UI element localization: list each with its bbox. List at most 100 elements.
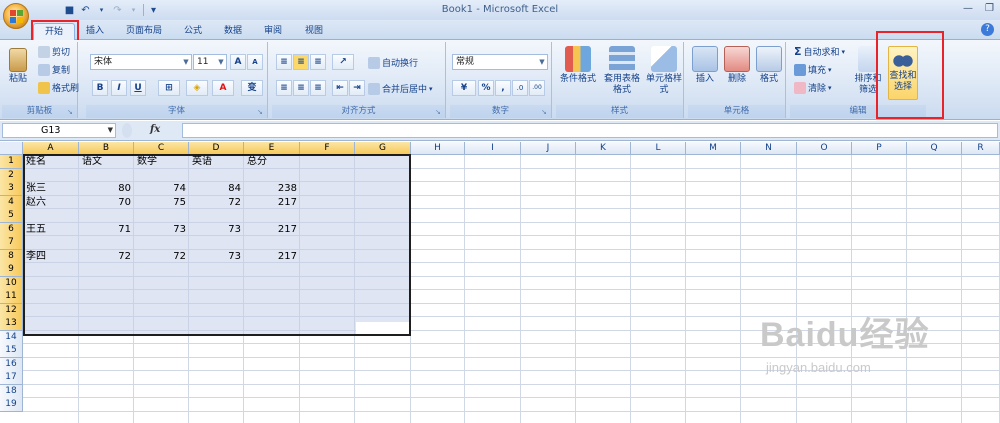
copy-button[interactable]: 复制 (38, 63, 70, 76)
row-header-13[interactable]: 13 (0, 317, 23, 331)
undo-dropdown-icon[interactable]: ▾ (95, 4, 108, 17)
row-header-19[interactable]: 19 (0, 398, 23, 412)
merge-center-button[interactable]: 合并后居中 ▾ (368, 82, 433, 95)
borders-button[interactable]: ⊞ (158, 80, 180, 96)
bold-button[interactable]: B (92, 80, 108, 96)
phonetic-button[interactable]: 变 (241, 80, 263, 96)
row-header-12[interactable]: 12 (0, 304, 23, 318)
row-header-11[interactable]: 11 (0, 290, 23, 304)
column-header-h[interactable]: H (411, 142, 465, 155)
row-header-4[interactable]: 4 (0, 196, 23, 210)
help-icon[interactable]: ? (981, 23, 994, 36)
font-name-combo[interactable]: 宋体 ▼ (90, 54, 192, 70)
clear-button[interactable]: 清除 ▾ (794, 81, 832, 94)
column-header-k[interactable]: K (576, 142, 631, 155)
tab-formulas[interactable]: 公式 (176, 23, 210, 40)
row-header-17[interactable]: 17 (0, 371, 23, 385)
minimize-icon[interactable]: — (963, 3, 973, 14)
tab-data[interactable]: 数据 (216, 23, 250, 40)
formula-input[interactable] (182, 123, 998, 138)
underline-button[interactable]: U (130, 80, 146, 96)
increase-decimal-button[interactable]: .0 (512, 80, 528, 96)
office-button[interactable] (3, 3, 29, 29)
number-launcher-icon[interactable]: ↘ (541, 108, 549, 116)
orientation-button[interactable]: ↗ (332, 54, 354, 70)
row-header-3[interactable]: 3 (0, 182, 23, 196)
number-format-combo[interactable]: 常规 ▼ (452, 54, 548, 70)
gridline-horizontal (23, 411, 1000, 412)
row-header-1[interactable]: 1 (0, 155, 23, 169)
tab-view[interactable]: 视图 (297, 23, 331, 40)
comma-button[interactable]: , (495, 80, 511, 96)
decrease-decimal-button[interactable]: .00 (529, 80, 545, 96)
row-header-7[interactable]: 7 (0, 236, 23, 250)
column-header-j[interactable]: J (521, 142, 576, 155)
row-header-9[interactable]: 9 (0, 263, 23, 277)
decrease-indent-button[interactable]: ⇤ (332, 80, 348, 96)
accounting-format-button[interactable]: ¥ (452, 80, 476, 96)
column-header-q[interactable]: Q (907, 142, 962, 155)
grow-font-button[interactable]: A (230, 54, 246, 70)
column-header-r[interactable]: R (962, 142, 1000, 155)
column-header-i[interactable]: I (465, 142, 521, 155)
autosum-button[interactable]: Σ 自动求和 ▾ (794, 45, 845, 58)
name-box[interactable]: G13 ▼ (2, 123, 116, 138)
format-painter-button[interactable]: 格式刷 (38, 81, 79, 94)
align-left-button[interactable]: ≡ (276, 80, 292, 96)
row-header-8[interactable]: 8 (0, 250, 23, 264)
wrap-text-button[interactable]: 自动换行 (368, 56, 418, 69)
column-header-l[interactable]: L (631, 142, 686, 155)
format-cells-button[interactable]: 格式 (754, 46, 784, 85)
align-middle-button[interactable]: ≡ (293, 54, 309, 70)
merge-icon (368, 82, 380, 95)
fill-button[interactable]: 填充 ▾ (794, 63, 832, 76)
column-header-p[interactable]: P (852, 142, 907, 155)
clipboard-launcher-icon[interactable]: ↘ (67, 108, 75, 116)
row-header-6[interactable]: 6 (0, 223, 23, 237)
paste-button[interactable]: 粘贴 (6, 48, 30, 85)
insert-cells-button[interactable]: 插入 (690, 46, 720, 85)
percent-button[interactable]: % (478, 80, 494, 96)
increase-indent-button[interactable]: ⇥ (349, 80, 365, 96)
undo-icon[interactable]: ↶ (79, 4, 92, 17)
row-header-2[interactable]: 2 (0, 169, 23, 183)
align-center-button[interactable]: ≡ (293, 80, 309, 96)
align-bottom-button[interactable]: ≡ (310, 54, 326, 70)
font-color-button[interactable]: A (212, 80, 234, 96)
italic-button[interactable]: I (111, 80, 127, 96)
font-size-combo[interactable]: 11 ▼ (193, 54, 227, 70)
cell-styles-button[interactable]: 单元格样式 (644, 46, 684, 96)
row-header-5[interactable]: 5 (0, 209, 23, 223)
shrink-font-button[interactable]: A (247, 54, 263, 70)
fx-icon[interactable]: fx (150, 124, 160, 135)
row-header-16[interactable]: 16 (0, 358, 23, 372)
row-header-15[interactable]: 15 (0, 344, 23, 358)
borders-icon: ⊞ (165, 83, 173, 93)
row-header-10[interactable]: 10 (0, 277, 23, 291)
row-header-14[interactable]: 14 (0, 331, 23, 345)
tab-insert[interactable]: 插入 (78, 23, 112, 40)
tab-page-layout[interactable]: 页面布局 (117, 23, 171, 40)
align-right-button[interactable]: ≡ (310, 80, 326, 96)
format-as-table-button[interactable]: 套用表格格式 (600, 46, 644, 96)
font-launcher-icon[interactable]: ↘ (257, 108, 265, 116)
select-all-corner[interactable] (0, 142, 23, 155)
fill-color-button[interactable]: ◈ (186, 80, 208, 96)
restore-icon[interactable]: ❐ (985, 3, 994, 14)
conditional-format-button[interactable]: 条件格式 (558, 46, 598, 85)
redo-icon[interactable]: ↷ (111, 4, 124, 17)
column-header-o[interactable]: O (797, 142, 852, 155)
cut-button[interactable]: 剪切 (38, 45, 70, 58)
delete-cells-button[interactable]: 删除 (722, 46, 752, 85)
row-header-18[interactable]: 18 (0, 385, 23, 399)
tab-review[interactable]: 审阅 (256, 23, 290, 40)
redo-dropdown-icon[interactable]: ▾ (127, 4, 140, 17)
sigma-icon: Σ (794, 45, 802, 58)
save-icon[interactable]: ■ (63, 4, 76, 17)
worksheet[interactable]: A B C D E F G H I J K L M N O P Q R 1 2 3 4 5 6 7 8 9 10 11 12 13 14 15 1… (0, 142, 1000, 423)
alignment-launcher-icon[interactable]: ↘ (435, 108, 443, 116)
column-header-n[interactable]: N (741, 142, 797, 155)
align-top-button[interactable]: ≡ (276, 54, 292, 70)
customize-qat-icon[interactable]: ▾ (147, 4, 160, 17)
column-header-m[interactable]: M (686, 142, 741, 155)
